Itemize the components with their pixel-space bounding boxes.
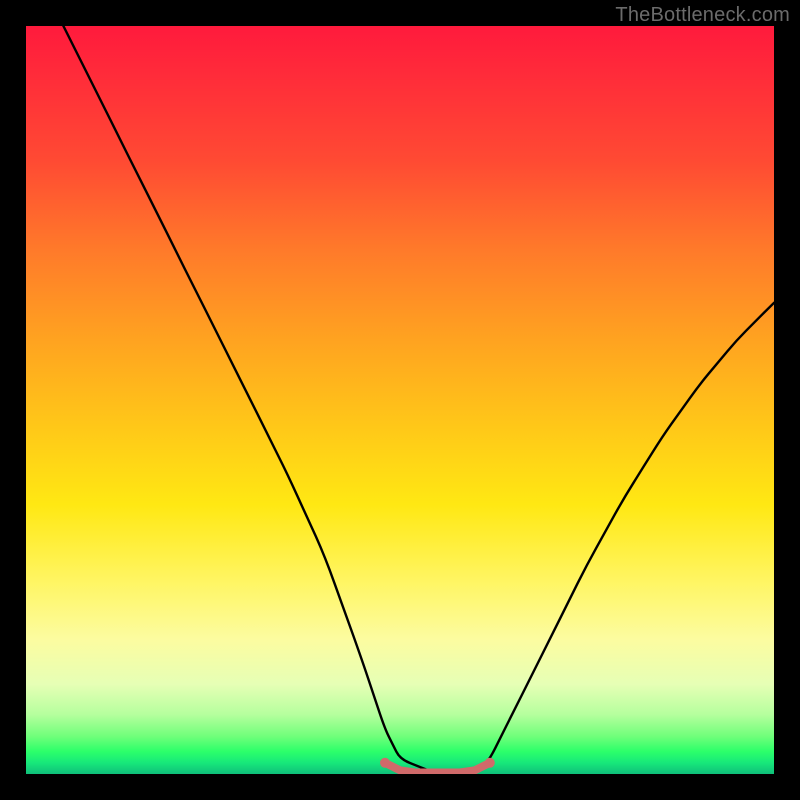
flat-left-dot: [380, 758, 390, 768]
flat-right-dot: [485, 758, 495, 768]
bottleneck-curve: [63, 26, 774, 774]
chart-stage: TheBottleneck.com: [0, 0, 800, 800]
chart-svg: [26, 26, 774, 774]
watermark-text: TheBottleneck.com: [615, 4, 790, 27]
flat-segment: [385, 763, 490, 773]
plot-area: [26, 26, 774, 774]
